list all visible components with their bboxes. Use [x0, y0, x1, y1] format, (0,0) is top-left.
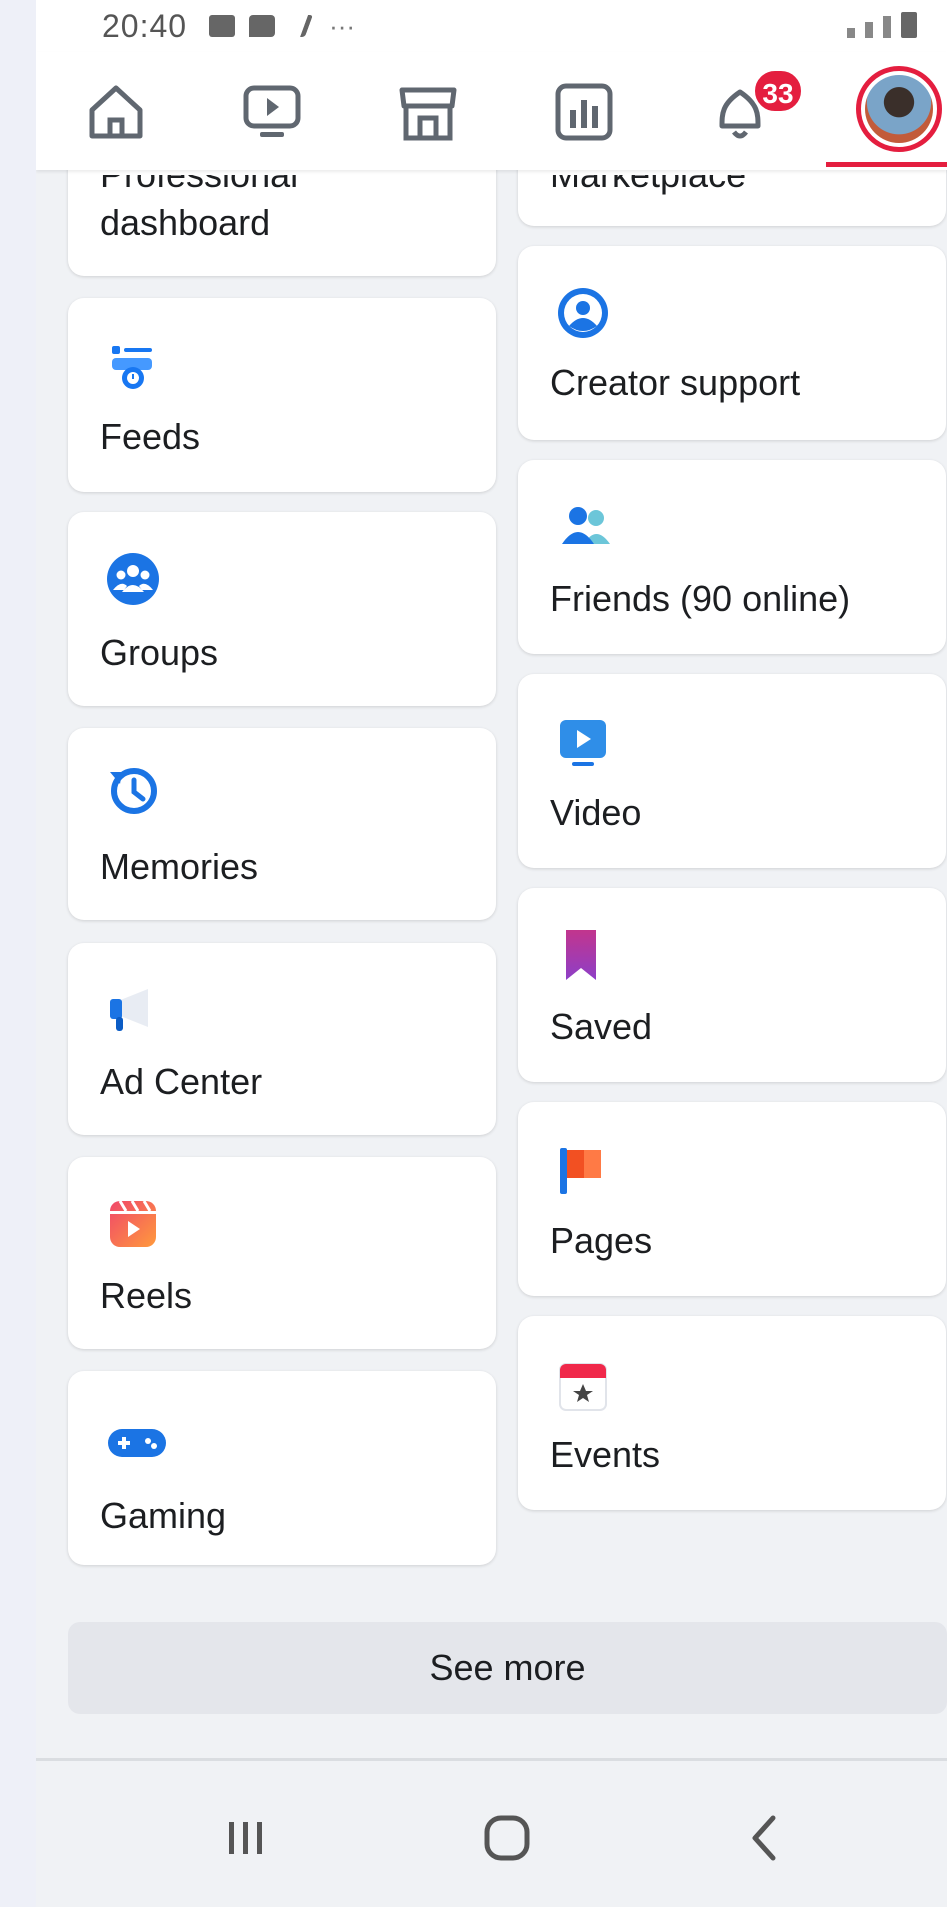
menu-card-label: Events	[550, 1434, 661, 1475]
menu-card-label: Pages	[550, 1220, 653, 1261]
friends-icon	[556, 502, 620, 556]
menu-card-label: Feeds	[100, 416, 201, 457]
menu-card-label: Gaming	[100, 1495, 227, 1536]
menu-card-label: Friends (90 online)	[550, 578, 851, 619]
menu-card-label: Memories	[100, 846, 259, 887]
notification-icons	[209, 15, 314, 37]
gallery-icon	[209, 15, 236, 37]
menu-card-label: Video	[550, 792, 642, 833]
menu-card-label: dashboard	[100, 202, 271, 243]
menu-card-pages[interactable]: Pages	[518, 1102, 946, 1296]
divider	[36, 1758, 947, 1761]
back-icon[interactable]	[721, 1792, 811, 1882]
status-bar: 20:40 ···	[36, 0, 947, 52]
profile-menu-button[interactable]	[856, 66, 942, 152]
menu-card-label: Creator support	[550, 362, 801, 403]
status-time: 20:40	[102, 7, 188, 44]
battery-icon	[901, 12, 917, 38]
message-icon	[249, 15, 276, 37]
menu-content: Professional dashboard Feeds Groups Memo…	[36, 0, 947, 1907]
home-icon[interactable]	[84, 82, 148, 142]
ad-center-icon	[106, 983, 160, 1037]
menu-card-saved[interactable]: Saved	[518, 888, 946, 1082]
menu-card-groups[interactable]: Groups	[68, 512, 496, 706]
recent-apps-icon[interactable]	[201, 1792, 291, 1882]
menu-card-ad-center[interactable]: Ad Center	[68, 943, 496, 1135]
menu-card-events[interactable]: Events	[518, 1316, 946, 1510]
system-status-icons	[847, 12, 917, 38]
top-nav-bar: 33	[36, 52, 947, 170]
menu-card-memories[interactable]: Memories	[68, 728, 496, 920]
memories-icon	[106, 762, 160, 816]
feeds-icon	[106, 342, 160, 396]
menu-card-label: Groups	[100, 632, 219, 673]
reels-icon	[106, 1197, 160, 1251]
avatar	[865, 75, 933, 143]
signal-icon	[883, 16, 891, 38]
menu-card-gaming[interactable]: Gaming	[68, 1371, 496, 1565]
active-tab-indicator	[826, 162, 947, 167]
system-nav-bar	[36, 1762, 947, 1907]
menu-card-feeds[interactable]: Feeds	[68, 298, 496, 492]
missed-call-icon	[285, 15, 314, 37]
creator-support-icon	[556, 286, 610, 340]
marketplace-tab-icon[interactable]	[396, 82, 460, 142]
events-icon	[556, 1360, 610, 1414]
groups-icon	[106, 552, 160, 606]
see-more-button[interactable]: See more	[68, 1622, 947, 1714]
video-tab-icon[interactable]	[240, 82, 304, 142]
saved-icon	[556, 928, 610, 982]
gaming-icon	[106, 1417, 168, 1471]
menu-card-label: Reels	[100, 1275, 193, 1316]
menu-card-video[interactable]: Video	[518, 674, 946, 868]
home-button-icon[interactable]	[461, 1792, 551, 1882]
pages-icon	[556, 1144, 610, 1198]
video-icon	[556, 716, 610, 770]
more-notifications-icon: ···	[329, 10, 356, 41]
wifi-icon	[865, 22, 873, 38]
phone-screen: Professional dashboard Feeds Groups Memo…	[36, 0, 947, 1907]
menu-card-label: Saved	[550, 1006, 653, 1047]
signal-icon	[847, 28, 855, 38]
menu-card-friends[interactable]: Friends (90 online)	[518, 460, 946, 654]
menu-card-label: Ad Center	[100, 1061, 263, 1102]
dashboard-tab-icon[interactable]	[552, 82, 616, 142]
menu-card-reels[interactable]: Reels	[68, 1157, 496, 1349]
notification-count-badge: 33	[752, 68, 804, 114]
menu-card-creator-support[interactable]: Creator support	[518, 246, 946, 440]
